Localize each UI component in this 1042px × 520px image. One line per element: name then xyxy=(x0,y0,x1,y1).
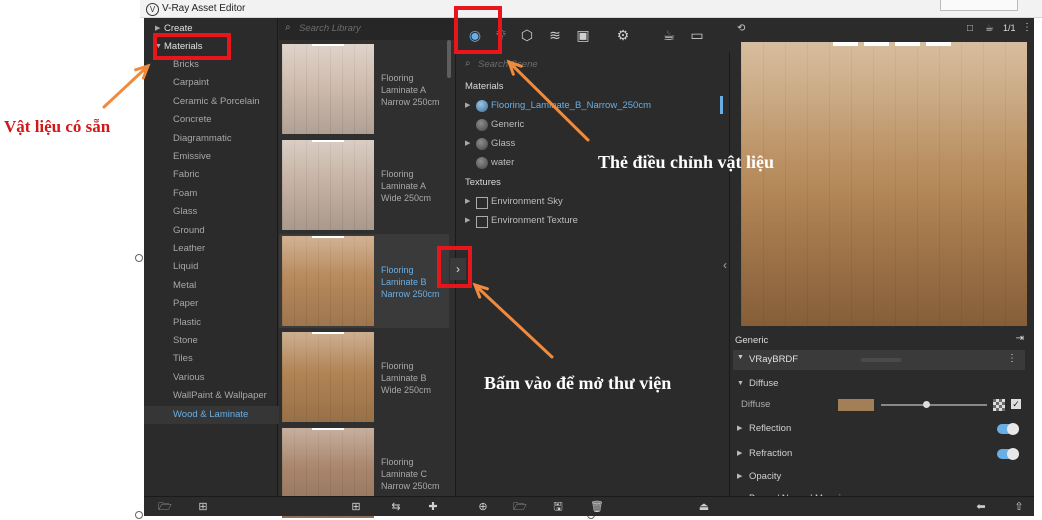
annotation-open-library: Bấm vào để mở thư viện xyxy=(484,373,672,393)
annotation-arrows xyxy=(102,59,590,359)
annotation-material-tab: Thẻ điều chỉnh vật liệu xyxy=(598,152,775,172)
annotation-preset-materials: Vật liệu có sẵn xyxy=(4,117,111,136)
